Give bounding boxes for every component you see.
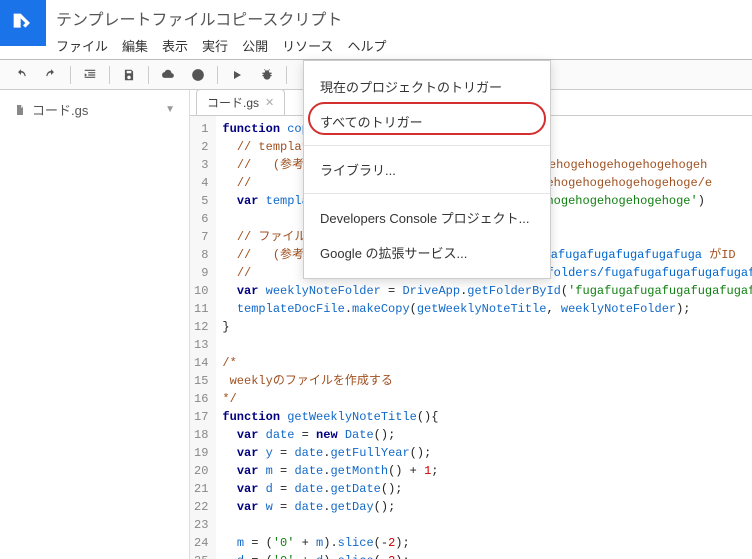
menu-run[interactable]: 実行 <box>202 36 228 55</box>
sidebar: コード.gs ▼ <box>0 90 190 559</box>
deploy-button[interactable] <box>157 64 179 86</box>
close-icon[interactable]: ✕ <box>265 96 274 109</box>
caret-down-icon: ▼ <box>165 104 175 115</box>
toolbar-separator <box>286 66 287 84</box>
toolbar-separator <box>70 66 71 84</box>
line-gutter: 1234567891011121314151617181920212223242… <box>190 116 216 559</box>
tab-label: コード.gs <box>207 94 259 111</box>
trigger-button[interactable] <box>187 64 209 86</box>
file-icon <box>14 103 26 117</box>
gas-app-icon <box>0 0 46 46</box>
dropdown-item[interactable]: ライブラリ... <box>304 152 550 187</box>
menu-separator <box>304 145 550 146</box>
save-button[interactable] <box>118 64 140 86</box>
dropdown-item[interactable]: Google の拡張サービス... <box>304 235 550 270</box>
run-button[interactable] <box>226 64 248 86</box>
menu-edit[interactable]: 編集 <box>122 36 148 55</box>
project-title[interactable]: テンプレートファイルコピースクリプト <box>56 6 742 30</box>
dropdown-item[interactable]: 現在のプロジェクトのトリガー <box>304 69 550 104</box>
toolbar-separator <box>217 66 218 84</box>
menu-publish[interactable]: 公開 <box>242 36 268 55</box>
toolbar-separator <box>109 66 110 84</box>
menu-separator <box>304 193 550 194</box>
menu-help[interactable]: ヘルプ <box>347 36 386 55</box>
menu-file[interactable]: ファイル <box>56 36 108 55</box>
toolbar-separator <box>148 66 149 84</box>
tab-code[interactable]: コード.gs ✕ <box>196 90 285 115</box>
sidebar-file-label: コード.gs <box>32 100 88 119</box>
menu-resource[interactable]: リソース <box>282 36 333 55</box>
dropdown-item[interactable]: Developers Console プロジェクト... <box>304 200 550 235</box>
indent-button[interactable] <box>79 64 101 86</box>
redo-button[interactable] <box>40 64 62 86</box>
sidebar-file-code[interactable]: コード.gs ▼ <box>8 96 181 123</box>
menu-view[interactable]: 表示 <box>162 36 188 55</box>
debug-button[interactable] <box>256 64 278 86</box>
menu-bar: ファイル編集表示実行公開リソースヘルプ <box>56 30 742 55</box>
undo-button[interactable] <box>10 64 32 86</box>
resource-menu-dropdown: 現在のプロジェクトのトリガーすべてのトリガーライブラリ... Developers… <box>303 60 551 279</box>
dropdown-item[interactable]: すべてのトリガー <box>304 104 550 139</box>
